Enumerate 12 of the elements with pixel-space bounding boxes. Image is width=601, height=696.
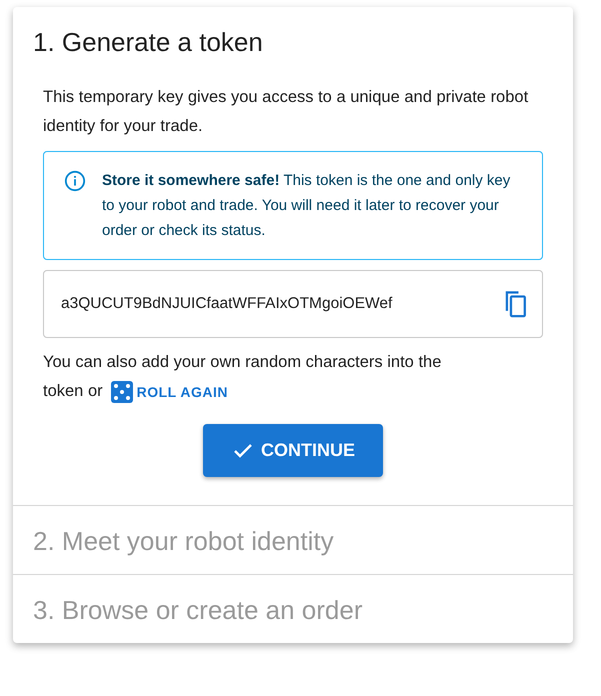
roll-again-button[interactable]: ROLL AGAIN bbox=[110, 380, 228, 402]
dice-icon bbox=[110, 380, 133, 402]
step-title[interactable]: 1. Generate a token bbox=[33, 23, 553, 61]
continue-button[interactable]: CONTINUE bbox=[203, 424, 383, 477]
step-title[interactable]: 3. Browse or create an order bbox=[33, 591, 553, 629]
info-icon bbox=[64, 170, 86, 192]
alert-text: Store it somewhere safe! This token is the one and only key to your robot and trade. You will need it later to recover your order or check its status. bbox=[102, 171, 512, 241]
hint-text: token or bbox=[43, 381, 103, 402]
token-field[interactable]: a3QUCUT9BdNJUICfaatWFFAIxOTMgoiOEWef bbox=[43, 270, 543, 338]
intro-text: This temporary key gives you access to a unique and private robot identity for your trade. bbox=[43, 87, 530, 137]
step-title[interactable]: 2. Meet your robot identity bbox=[33, 522, 553, 560]
hint-text: You can also add your own random characters into the bbox=[43, 352, 442, 373]
